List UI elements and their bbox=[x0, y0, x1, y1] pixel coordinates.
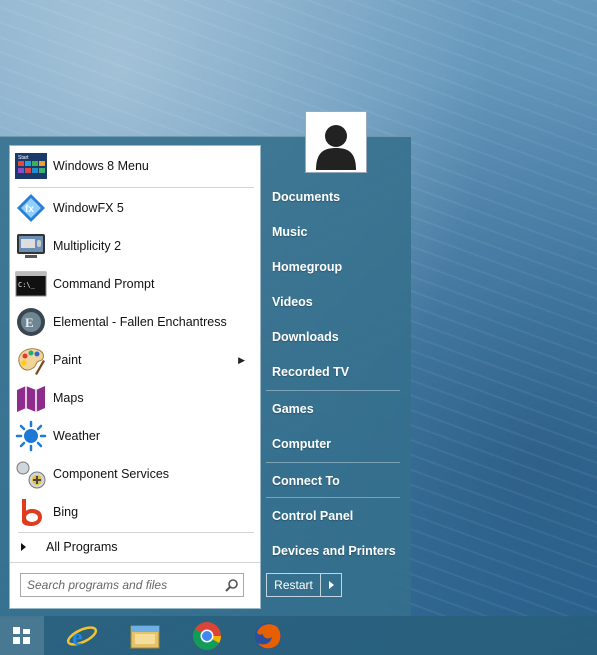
place-games[interactable]: Games bbox=[272, 402, 314, 416]
svg-text:E: E bbox=[25, 315, 34, 330]
program-windowfx[interactable]: fx WindowFX 5 bbox=[13, 190, 257, 226]
svg-text:e: e bbox=[72, 625, 83, 651]
user-avatar[interactable] bbox=[306, 112, 366, 172]
program-bing[interactable]: Bing bbox=[13, 494, 257, 530]
program-label: Multiplicity 2 bbox=[53, 239, 122, 253]
divider bbox=[18, 532, 254, 533]
search-input[interactable] bbox=[21, 575, 221, 595]
windows8-menu-icon: Start bbox=[15, 150, 47, 182]
program-component-services[interactable]: Component Services bbox=[13, 456, 257, 492]
program-label: Weather bbox=[53, 429, 101, 443]
program-label: Elemental - Fallen Enchantress bbox=[53, 315, 227, 329]
program-maps[interactable]: Maps bbox=[13, 380, 257, 416]
submenu-arrow-icon: ▶ bbox=[238, 354, 245, 365]
restart-button-group: Restart bbox=[266, 573, 342, 597]
program-label: Paint bbox=[53, 353, 82, 367]
restart-button[interactable]: Restart bbox=[267, 574, 321, 596]
all-programs-label: All Programs bbox=[46, 540, 118, 554]
program-paint[interactable]: Paint ▶ bbox=[13, 342, 257, 378]
program-weather[interactable]: Weather bbox=[13, 418, 257, 454]
maps-icon bbox=[15, 382, 47, 414]
place-homegroup[interactable]: Homegroup bbox=[272, 260, 342, 274]
component-services-icon bbox=[15, 458, 47, 490]
divider bbox=[18, 187, 254, 188]
place-recorded-tv[interactable]: Recorded TV bbox=[272, 365, 349, 379]
svg-text:fx: fx bbox=[25, 204, 34, 215]
windowfx-icon: fx bbox=[15, 192, 47, 224]
programs-panel: Start Windows 8 Menu fx WindowFX 5 Multi… bbox=[9, 145, 261, 609]
place-documents[interactable]: Documents bbox=[272, 190, 340, 204]
place-connect-to[interactable]: Connect To bbox=[272, 474, 340, 488]
bing-icon bbox=[15, 496, 47, 528]
svg-text:Start: Start bbox=[18, 155, 29, 161]
place-computer[interactable]: Computer bbox=[272, 437, 331, 451]
taskbar: e bbox=[0, 616, 597, 655]
user-silhouette-icon bbox=[308, 114, 364, 170]
power-options-arrow-icon[interactable] bbox=[321, 574, 341, 596]
search-icon[interactable] bbox=[221, 575, 243, 595]
program-label: Bing bbox=[53, 505, 79, 519]
file-explorer-icon[interactable] bbox=[127, 618, 163, 654]
multiplicity-icon bbox=[15, 230, 47, 262]
program-label: Component Services bbox=[53, 467, 170, 481]
place-downloads[interactable]: Downloads bbox=[272, 330, 339, 344]
elemental-icon: E bbox=[15, 306, 47, 338]
divider bbox=[10, 562, 260, 563]
place-music[interactable]: Music bbox=[272, 225, 307, 239]
paint-icon bbox=[15, 344, 47, 376]
weather-icon bbox=[15, 420, 47, 452]
svg-text:C:\_: C:\_ bbox=[18, 281, 36, 289]
search-box[interactable] bbox=[20, 573, 244, 597]
program-windows8-menu[interactable]: Start Windows 8 Menu bbox=[13, 148, 257, 184]
all-programs-button[interactable]: All Programs bbox=[13, 534, 257, 560]
place-devices-and-printers[interactable]: Devices and Printers bbox=[272, 544, 396, 558]
program-label: WindowFX 5 bbox=[53, 201, 124, 215]
internet-explorer-icon[interactable]: e bbox=[64, 618, 100, 654]
place-control-panel[interactable]: Control Panel bbox=[272, 509, 353, 523]
program-label: Command Prompt bbox=[53, 277, 155, 291]
start-menu-icon bbox=[13, 626, 30, 644]
program-label: Windows 8 Menu bbox=[53, 159, 149, 173]
start-button[interactable] bbox=[0, 616, 44, 655]
place-videos[interactable]: Videos bbox=[272, 295, 313, 309]
divider bbox=[266, 462, 400, 463]
divider bbox=[266, 497, 400, 498]
chrome-icon[interactable] bbox=[189, 618, 225, 654]
program-label: Maps bbox=[53, 391, 84, 405]
program-elemental[interactable]: E Elemental - Fallen Enchantress bbox=[13, 304, 257, 340]
program-multiplicity[interactable]: Multiplicity 2 bbox=[13, 228, 257, 264]
command-prompt-icon: C:\_ bbox=[15, 268, 47, 300]
divider bbox=[266, 390, 400, 391]
program-command-prompt[interactable]: C:\_ Command Prompt bbox=[13, 266, 257, 302]
firefox-icon[interactable] bbox=[250, 618, 286, 654]
expand-arrow-icon bbox=[21, 543, 26, 551]
